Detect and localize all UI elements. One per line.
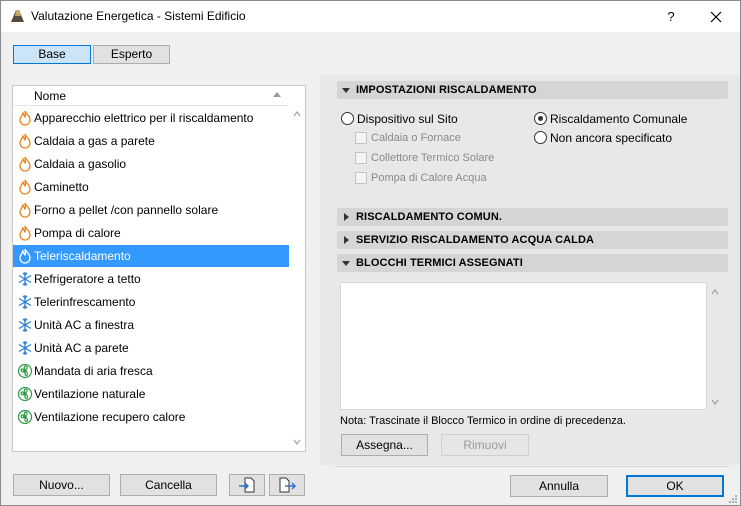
list-item[interactable]: Pompa di calore xyxy=(13,222,290,244)
fan-icon xyxy=(17,386,33,402)
checkbox-label-boiler: Caldaia o Fornace xyxy=(371,132,461,144)
new-button[interactable]: Nuovo... xyxy=(13,474,110,496)
list-item-label: Refrigeratore a tetto xyxy=(34,272,141,286)
fan-icon xyxy=(17,409,33,425)
remove-button[interactable]: Rimuovi xyxy=(441,434,529,456)
list-item-label: Caldaia a gas a parete xyxy=(34,134,155,148)
list-item[interactable]: Unità AC a parete xyxy=(13,337,290,359)
scroll-down-icon[interactable] xyxy=(710,398,720,406)
checkbox-label-solar-collector: Collettore Termico Solare xyxy=(371,152,495,164)
window-title: Valutazione Energetica - Sistemi Edifici… xyxy=(31,9,246,23)
list-scrollbar[interactable] xyxy=(289,86,305,451)
list-item-label: Apparecchio elettrico per il riscaldamen… xyxy=(34,111,254,125)
column-header-name: Nome xyxy=(34,89,67,103)
close-icon[interactable] xyxy=(704,5,728,29)
ok-button[interactable]: OK xyxy=(626,475,724,497)
radio-not-specified[interactable] xyxy=(534,131,547,144)
expanded-triangle-icon xyxy=(342,261,350,266)
flame-icon xyxy=(17,225,33,241)
list-item[interactable]: Ventilazione recupero calore xyxy=(13,406,290,428)
list-item[interactable]: Ventilazione naturale xyxy=(13,383,290,405)
list-item[interactable]: Teleriscaldamento xyxy=(13,245,290,267)
list-item[interactable]: Unità AC a finestra xyxy=(13,314,290,336)
fan-icon xyxy=(17,363,33,379)
section-hot-water[interactable]: SERVIZIO RISCALDAMENTO ACQUA CALDA xyxy=(337,231,728,249)
list-item-label: Teleriscaldamento xyxy=(34,249,131,263)
checkbox-solar-collector[interactable] xyxy=(355,152,367,164)
cancel-button[interactable]: Annulla xyxy=(510,475,608,497)
collapsed-triangle-icon xyxy=(344,236,349,244)
checkbox-water-heat-pump[interactable] xyxy=(355,172,367,184)
radio-label-not-specified: Non ancora specificato xyxy=(550,131,673,145)
scroll-up-icon[interactable] xyxy=(710,288,720,296)
list-item-label: Caminetto xyxy=(34,180,89,194)
delete-button[interactable]: Cancella xyxy=(120,474,217,496)
assign-button[interactable]: Assegna... xyxy=(341,434,428,456)
list-item-label: Ventilazione recupero calore xyxy=(34,410,186,424)
checkbox-label-water-heat-pump: Pompa di Calore Acqua xyxy=(371,172,487,184)
list-item[interactable]: Apparecchio elettrico per il riscaldamen… xyxy=(13,107,290,129)
list-item-label: Telerinfrescamento xyxy=(34,295,136,309)
flame-icon xyxy=(17,110,33,126)
list-item-label: Mandata di aria fresca xyxy=(34,364,153,378)
thermal-blocks-list[interactable] xyxy=(340,282,707,410)
section-district-heating[interactable]: RISCALDAMENTO COMUN. xyxy=(337,208,728,226)
flame-icon xyxy=(17,202,33,218)
list-item[interactable]: Telerinfrescamento xyxy=(13,291,290,313)
radio-label-district: Riscaldamento Comunale xyxy=(550,112,688,126)
snowflake-icon xyxy=(17,271,33,287)
flame-icon xyxy=(17,179,33,195)
sort-ascending-icon xyxy=(273,92,281,97)
app-icon xyxy=(11,10,24,22)
list-item-label: Unità AC a parete xyxy=(34,341,129,355)
title-bar: Valutazione Energetica - Sistemi Edifici… xyxy=(1,1,740,32)
list-item-label: Pompa di calore xyxy=(34,226,121,240)
export-icon xyxy=(279,477,296,493)
radio-on-site[interactable] xyxy=(341,112,354,125)
radio-label-on-site: Dispositivo sul Sito xyxy=(357,112,458,126)
section-thermal-blocks[interactable]: BLOCCHI TERMICI ASSEGNATI xyxy=(337,254,728,272)
scroll-up-icon[interactable] xyxy=(293,110,301,118)
list-item-label: Ventilazione naturale xyxy=(34,387,146,401)
list-item-label: Unità AC a finestra xyxy=(34,318,135,332)
flame-icon xyxy=(17,156,33,172)
list-item[interactable]: Forno a pellet /con pannello solare xyxy=(13,199,290,221)
snowflake-icon xyxy=(17,294,33,310)
systems-list: Nome Apparecchio elettrico per il riscal… xyxy=(12,85,306,452)
list-item[interactable]: Refrigeratore a tetto xyxy=(13,268,290,290)
help-button[interactable]: ? xyxy=(661,7,681,27)
list-item-label: Caldaia a gasolio xyxy=(34,157,127,171)
footer-divider xyxy=(335,466,729,467)
list-item[interactable]: Caldaia a gasolio xyxy=(13,153,290,175)
collapsed-triangle-icon xyxy=(344,213,349,221)
scroll-down-icon[interactable] xyxy=(293,438,301,446)
list-item-label: Forno a pellet /con pannello solare xyxy=(34,203,219,217)
drag-note: Nota: Trascinate il Blocco Termico in or… xyxy=(340,415,626,427)
flame-icon xyxy=(17,248,33,264)
import-button[interactable] xyxy=(229,474,265,496)
export-button[interactable] xyxy=(269,474,305,496)
list-item[interactable]: Caminetto xyxy=(13,176,290,198)
list-item[interactable]: Caldaia a gas a parete xyxy=(13,130,290,152)
list-item[interactable]: Mandata di aria fresca xyxy=(13,360,290,382)
snowflake-icon xyxy=(17,340,33,356)
snowflake-icon xyxy=(17,317,33,333)
list-header[interactable]: Nome xyxy=(13,86,290,106)
radio-district[interactable] xyxy=(534,112,547,125)
checkbox-boiler[interactable] xyxy=(355,132,367,144)
flame-icon xyxy=(17,133,33,149)
resize-grip-icon[interactable] xyxy=(728,494,738,504)
expanded-triangle-icon xyxy=(342,88,350,93)
import-icon xyxy=(239,477,255,493)
dialog-window: Valutazione Energetica - Sistemi Edifici… xyxy=(0,0,741,506)
tab-base[interactable]: Base xyxy=(13,45,91,64)
tab-esperto[interactable]: Esperto xyxy=(93,45,170,64)
section-heating-settings[interactable]: IMPOSTAZIONI RISCALDAMENTO xyxy=(337,81,728,99)
